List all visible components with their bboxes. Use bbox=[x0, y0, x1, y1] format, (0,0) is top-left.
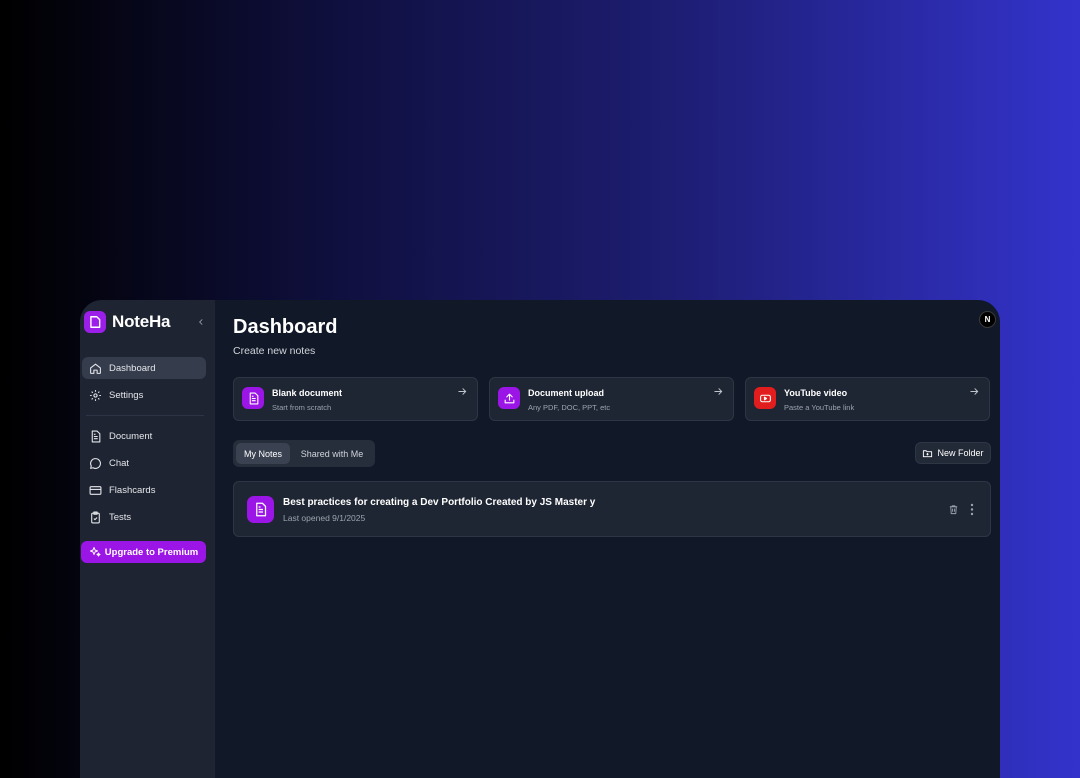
upgrade-button[interactable]: Upgrade to Premium bbox=[81, 541, 206, 563]
arrow-right-icon bbox=[969, 386, 980, 397]
sidebar: NoteHa Dashboard Settings Document Chat … bbox=[80, 300, 215, 778]
blank-document-card[interactable]: Blank document Start from scratch bbox=[233, 377, 478, 421]
upgrade-label: Upgrade to Premium bbox=[104, 546, 199, 558]
notes-tabs: My Notes Shared with Me bbox=[233, 440, 375, 467]
sidebar-item-label: Tests bbox=[109, 511, 132, 523]
arrow-right-icon bbox=[457, 386, 468, 397]
card-description: Paste a YouTube link bbox=[784, 403, 855, 412]
arrow-right-icon bbox=[713, 386, 724, 397]
brand[interactable]: NoteHa bbox=[84, 311, 171, 333]
app-window: NoteHa Dashboard Settings Document Chat … bbox=[80, 300, 1000, 778]
avatar[interactable]: N bbox=[979, 311, 996, 328]
sidebar-item-chat[interactable]: Chat bbox=[82, 452, 206, 474]
clipboard-check-icon bbox=[88, 510, 102, 524]
card-description: Any PDF, DOC, PPT, etc bbox=[528, 403, 611, 412]
card-icon bbox=[88, 483, 102, 497]
chat-icon bbox=[88, 456, 102, 470]
new-folder-label: New Folder bbox=[937, 448, 984, 458]
sidebar-item-label: Document bbox=[109, 430, 153, 442]
page-subtitle: Create new notes bbox=[233, 345, 316, 357]
card-title: YouTube video bbox=[784, 388, 848, 398]
sidebar-item-settings[interactable]: Settings bbox=[82, 384, 206, 406]
note-title: Best practices for creating a Dev Portfo… bbox=[283, 497, 596, 508]
upload-icon bbox=[498, 387, 520, 409]
gear-icon bbox=[88, 388, 102, 402]
chevron-left-icon bbox=[199, 319, 203, 325]
document-upload-card[interactable]: Document upload Any PDF, DOC, PPT, etc bbox=[489, 377, 734, 421]
more-options-icon[interactable] bbox=[967, 503, 977, 516]
tab-my-notes[interactable]: My Notes bbox=[236, 443, 290, 464]
card-title: Blank document bbox=[272, 388, 343, 398]
document-icon bbox=[247, 496, 274, 523]
folder-plus-icon bbox=[922, 448, 933, 459]
sidebar-item-label: Chat bbox=[109, 457, 130, 469]
card-description: Start from scratch bbox=[272, 403, 332, 412]
document-icon bbox=[88, 429, 102, 443]
app-name: NoteHa bbox=[112, 312, 171, 331]
collapse-sidebar-button[interactable] bbox=[194, 315, 208, 329]
note-list-item[interactable]: Best practices for creating a Dev Portfo… bbox=[233, 481, 991, 537]
sidebar-item-document[interactable]: Document bbox=[82, 425, 206, 447]
note-last-opened: Last opened 9/1/2025 bbox=[283, 513, 366, 523]
sidebar-item-tests[interactable]: Tests bbox=[82, 506, 206, 528]
document-icon bbox=[242, 387, 264, 409]
youtube-video-card[interactable]: YouTube video Paste a YouTube link bbox=[745, 377, 990, 421]
page-title: Dashboard bbox=[233, 316, 338, 338]
note-logo-icon bbox=[84, 311, 106, 333]
trash-icon[interactable] bbox=[948, 504, 959, 515]
tab-shared-with-me[interactable]: Shared with Me bbox=[292, 443, 372, 464]
sparkles-icon bbox=[89, 546, 101, 558]
card-title: Document upload bbox=[528, 388, 604, 398]
sidebar-divider bbox=[86, 415, 204, 416]
sidebar-item-label: Settings bbox=[109, 389, 144, 401]
youtube-icon bbox=[754, 387, 776, 409]
new-folder-button[interactable]: New Folder bbox=[915, 442, 991, 464]
sidebar-item-flashcards[interactable]: Flashcards bbox=[82, 479, 206, 501]
sidebar-item-label: Flashcards bbox=[109, 484, 156, 496]
sidebar-item-label: Dashboard bbox=[109, 362, 156, 374]
sidebar-item-dashboard[interactable]: Dashboard bbox=[82, 357, 206, 379]
home-icon bbox=[88, 361, 102, 375]
